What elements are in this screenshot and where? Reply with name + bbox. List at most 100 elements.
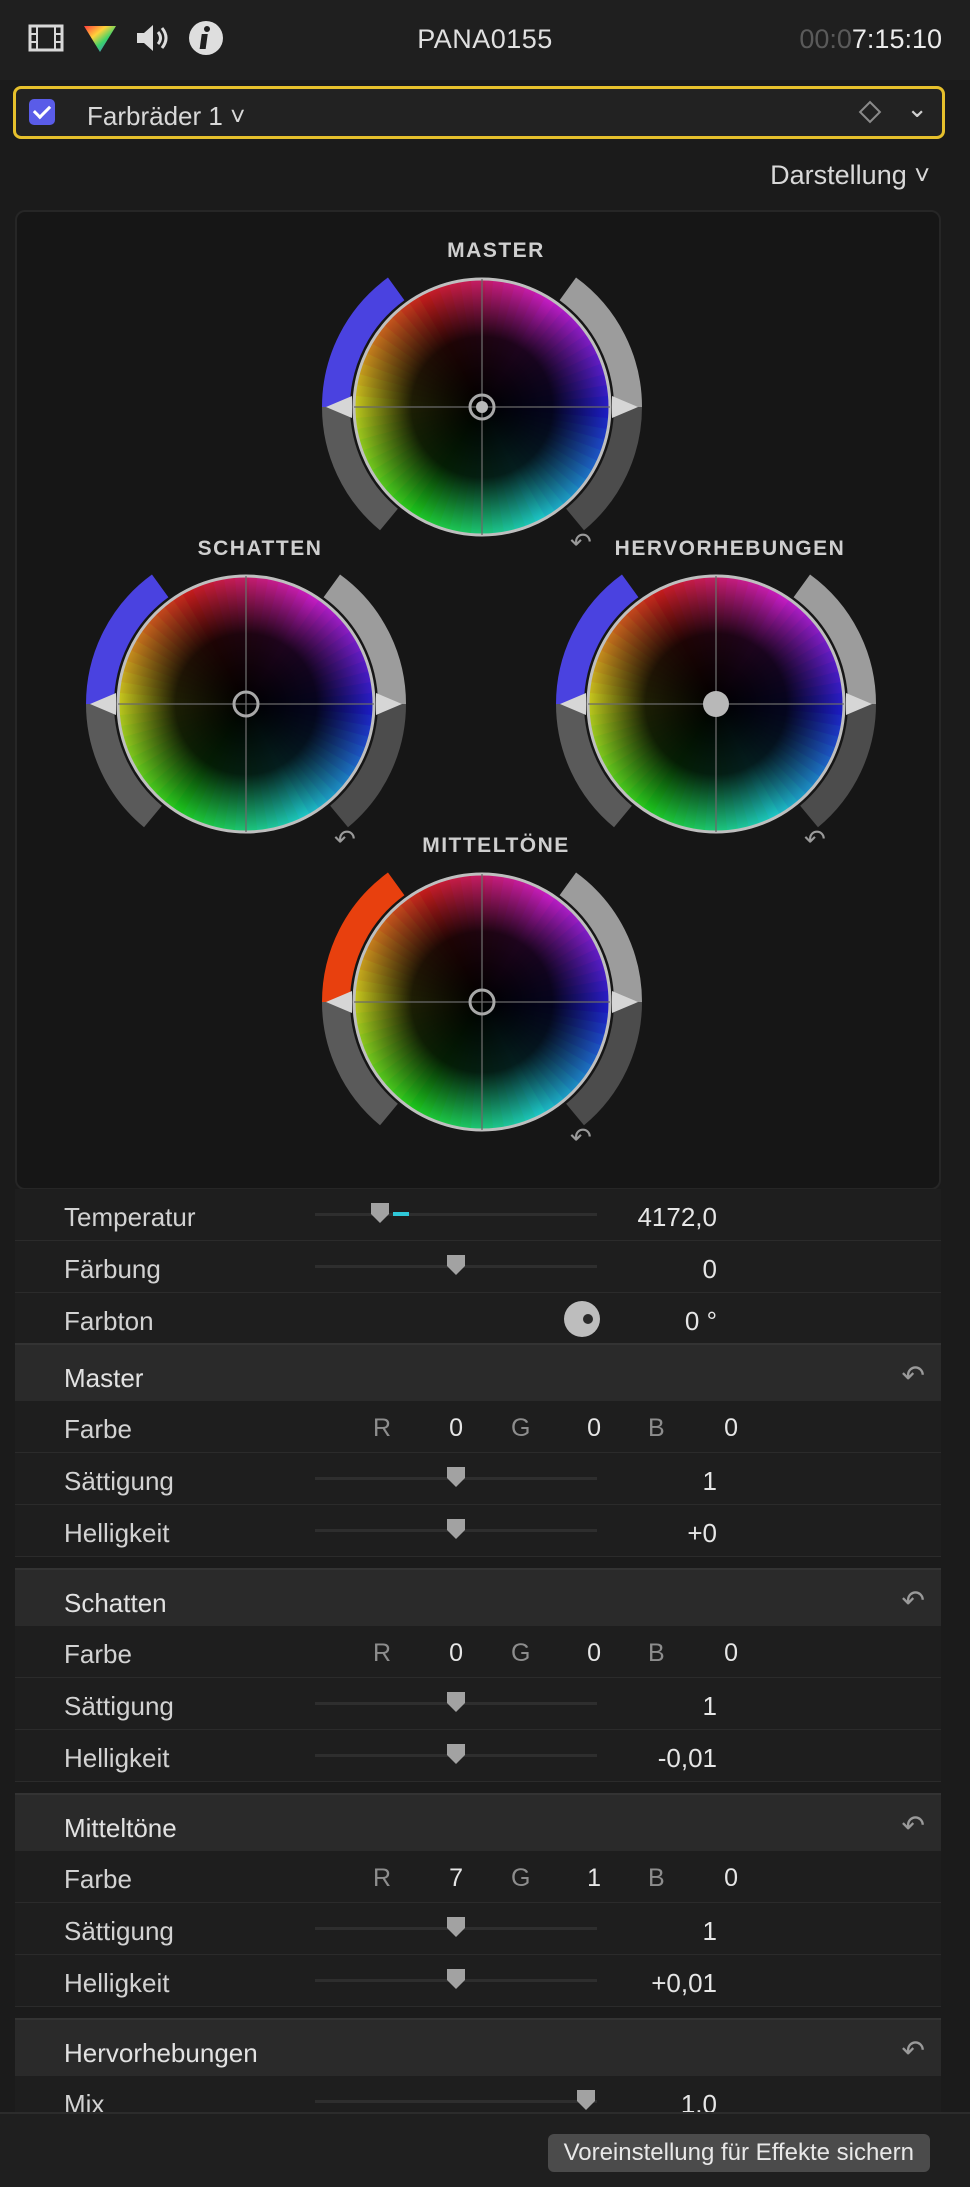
hue-row: Farbton 0 ° — [15, 1293, 941, 1345]
tint-slider[interactable] — [315, 1255, 597, 1275]
brightness-slider[interactable] — [315, 1519, 597, 1539]
rgb-channel-label: G — [511, 1414, 531, 1442]
wheel-title-highlights: HERVORHEBUNGEN — [614, 537, 846, 560]
hue-dial[interactable] — [564, 1301, 600, 1337]
saturation-value[interactable]: 1 — [703, 1691, 717, 1722]
effect-enable-checkbox[interactable] — [29, 99, 55, 125]
rgb-value-g[interactable]: 0 — [571, 1639, 601, 1668]
row-label: Farbe — [64, 1414, 132, 1444]
slider-knob[interactable] — [447, 1467, 465, 1487]
wheel-title-shadows: SCHATTEN — [197, 537, 323, 560]
inspector-footer: Voreinstellung für Effekte sichern — [0, 2112, 970, 2187]
section-title: Hervorhebungen — [64, 2038, 258, 2068]
slider-knob[interactable] — [447, 1744, 465, 1764]
reset-icon[interactable]: ↶ — [902, 1359, 925, 1392]
slider-knob[interactable] — [447, 1917, 465, 1937]
reset-icon[interactable]: ↶ — [902, 2034, 925, 2067]
reset-icon[interactable]: ↶ — [804, 825, 826, 855]
color-row: Farbe R 0 G 0 B 0 — [15, 1401, 941, 1453]
reset-icon[interactable]: ↶ — [570, 1123, 592, 1153]
row-label: Helligkeit — [64, 1743, 170, 1773]
rgb-channel-label: B — [648, 1414, 665, 1442]
rgb-channel-label: B — [648, 1864, 665, 1892]
rgb-value-b[interactable]: 0 — [708, 1864, 738, 1893]
timecode: 00:07:15:10 — [799, 24, 942, 54]
saturation-slider[interactable] — [315, 1917, 597, 1937]
section-title: Master — [64, 1363, 144, 1393]
row-label: Farbe — [64, 1639, 132, 1669]
row-label: Sättigung — [64, 1691, 174, 1721]
color-wheel-master[interactable]: ↶ — [322, 277, 642, 558]
keyframe-diamond-icon[interactable] — [858, 100, 882, 124]
saturation-row: Sättigung 1 — [15, 1453, 941, 1505]
slider-knob[interactable] — [447, 1519, 465, 1539]
color-row: Farbe R 7 G 1 B 0 — [15, 1851, 941, 1903]
rgb-value-g[interactable]: 0 — [571, 1414, 601, 1443]
rgb-channel-label: R — [373, 1414, 392, 1442]
section-header[interactable]: Mitteltöne ↶ — [15, 1793, 941, 1851]
rgb-channel-label: B — [648, 1639, 665, 1667]
section-title: Mitteltöne — [64, 1813, 177, 1843]
slider-knob[interactable] — [447, 1969, 465, 1989]
effect-header-farbraeder[interactable]: Farbräder 1 ˅ ⌄ — [13, 86, 945, 139]
view-menu[interactable]: Darstellung ˅ — [770, 160, 930, 191]
temperature-row: Temperatur 4172,0 — [15, 1189, 941, 1241]
rgb-value-r[interactable]: 7 — [433, 1864, 463, 1893]
chevron-down-icon[interactable]: ⌄ — [906, 93, 928, 124]
rgb-channel-label: R — [373, 1864, 392, 1892]
saturation-value[interactable]: 1 — [703, 1466, 717, 1497]
saturation-value[interactable]: 1 — [703, 1916, 717, 1947]
color-puck[interactable] — [703, 691, 729, 717]
section-header[interactable]: Schatten ↶ — [15, 1568, 941, 1626]
wheel-title-master: MASTER — [447, 239, 545, 262]
rgb-value-r[interactable]: 0 — [433, 1639, 463, 1668]
slider-knob[interactable] — [577, 2090, 595, 2110]
saturation-row: Sättigung 1 — [15, 1678, 941, 1730]
color-row: Farbe R 0 G 0 B 0 — [15, 1626, 941, 1678]
section-title: Schatten — [64, 1588, 167, 1618]
saturation-slider[interactable] — [315, 1692, 597, 1712]
brightness-row: Helligkeit +0 — [15, 1505, 941, 1557]
inspector-header: PANA0155 00:07:15:10 — [0, 0, 970, 80]
brightness-value[interactable]: -0,01 — [658, 1743, 717, 1774]
color-wheel-highlights[interactable]: ↶ — [556, 574, 876, 855]
rgb-value-r[interactable]: 0 — [433, 1414, 463, 1443]
row-label: Helligkeit — [64, 1518, 170, 1548]
rgb-value-b[interactable]: 0 — [708, 1414, 738, 1443]
slider-knob[interactable] — [447, 1692, 465, 1712]
row-label: Farbe — [64, 1864, 132, 1894]
rgb-value-g[interactable]: 1 — [571, 1864, 601, 1893]
brightness-value[interactable]: +0 — [687, 1518, 717, 1549]
brightness-slider[interactable] — [315, 1744, 597, 1764]
section-header[interactable]: Hervorhebungen ↶ — [15, 2018, 941, 2076]
temperature-value[interactable]: 4172,0 — [637, 1202, 717, 1233]
temperature-marker — [393, 1212, 409, 1216]
wheels-canvas: ↶↶ ↶↶ — [86, 277, 876, 1153]
brightness-row: Helligkeit +0,01 — [15, 1955, 941, 2007]
brightness-row: Helligkeit -0,01 — [15, 1730, 941, 1782]
row-label: Helligkeit — [64, 1968, 170, 1998]
saturation-row: Sättigung 1 — [15, 1903, 941, 1955]
slider-knob[interactable] — [447, 1255, 465, 1275]
section-header[interactable]: Master ↶ — [15, 1343, 941, 1401]
color-wheel-shadows[interactable]: ↶ — [86, 574, 406, 855]
reset-icon[interactable]: ↶ — [902, 1809, 925, 1842]
reset-icon[interactable]: ↶ — [902, 1584, 925, 1617]
tint-row: Färbung 0 — [15, 1241, 941, 1293]
brightness-value[interactable]: +0,01 — [651, 1968, 717, 1999]
brightness-slider[interactable] — [315, 1969, 597, 1989]
color-wheels-panel: ↶ ↶ ↶ ↶ MASTER SCHATTEN HERVORHEBUNGEN MITT… — [15, 210, 941, 1190]
hue-value[interactable]: 0 ° — [685, 1306, 717, 1337]
temperature-slider[interactable] — [315, 1203, 597, 1223]
rgb-value-b[interactable]: 0 — [708, 1639, 738, 1668]
rgb-channel-label: R — [373, 1639, 392, 1667]
effect-name-menu[interactable]: Farbräder 1 ˅ — [87, 101, 245, 132]
save-effects-preset-button[interactable]: Voreinstellung für Effekte sichern — [547, 2134, 930, 2172]
slider-knob[interactable] — [371, 1203, 389, 1223]
saturation-slider[interactable] — [315, 1467, 597, 1487]
row-label: Sättigung — [64, 1466, 174, 1496]
mix-slider[interactable] — [315, 2090, 597, 2110]
rgb-channel-label: G — [511, 1864, 531, 1892]
tint-value[interactable]: 0 — [703, 1254, 717, 1285]
color-wheel-midtones[interactable]: ↶ — [322, 872, 642, 1153]
